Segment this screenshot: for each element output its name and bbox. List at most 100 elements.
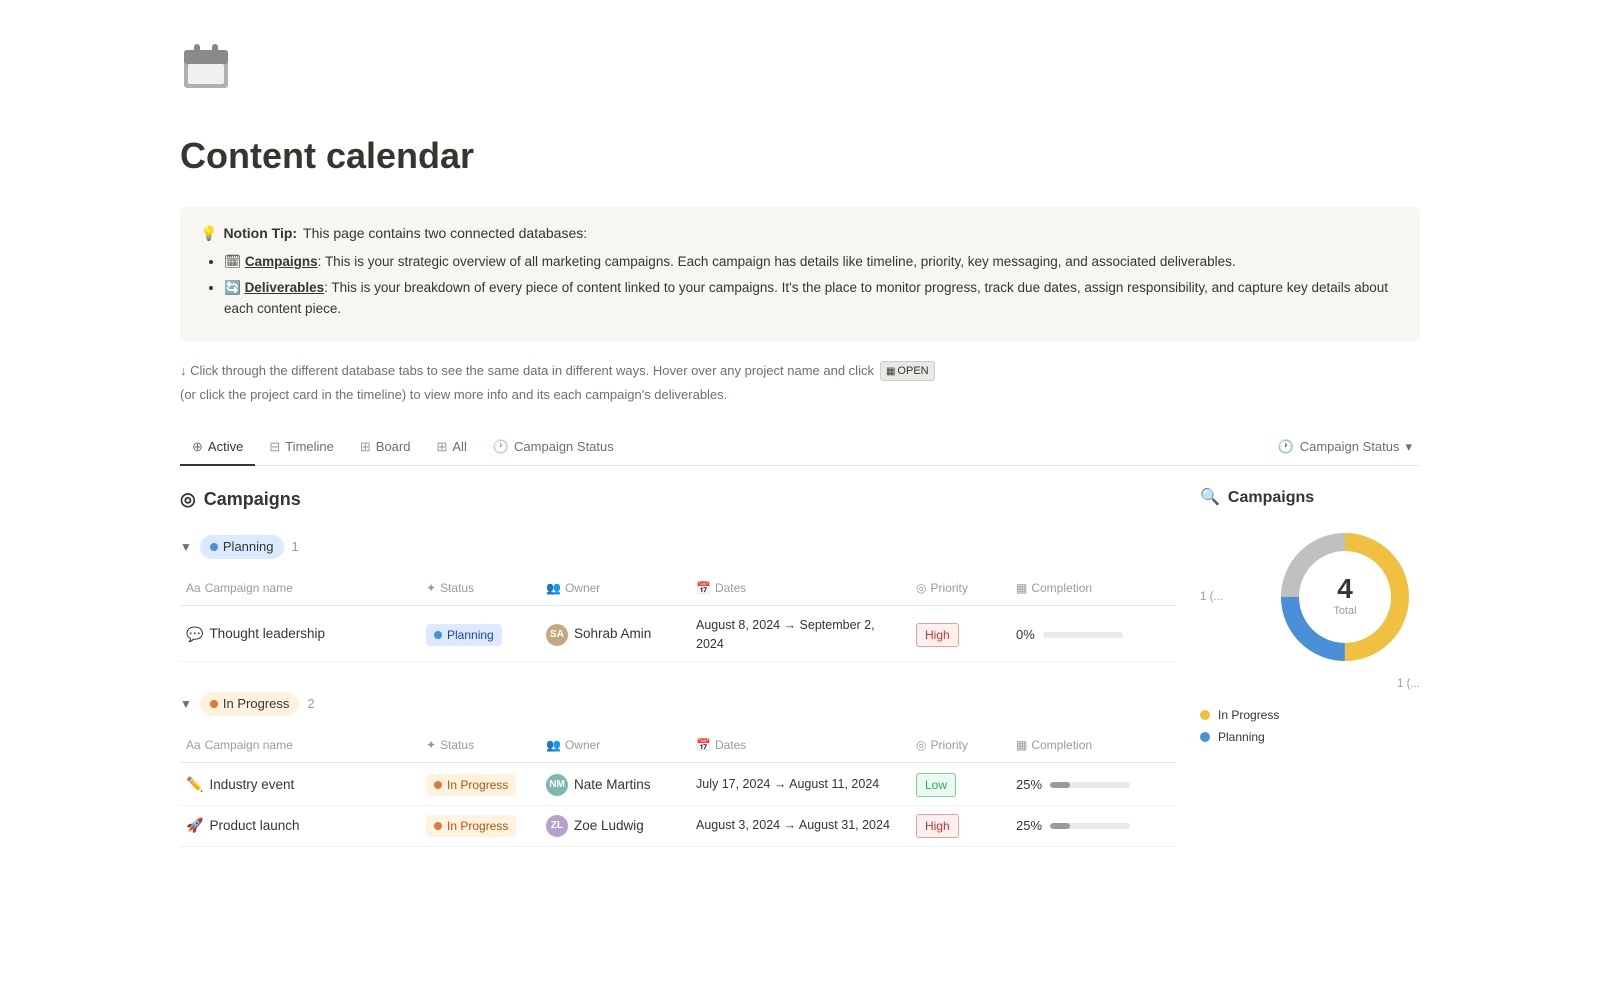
product-launch-completion: 25% bbox=[1010, 806, 1190, 846]
industry-event-bar-fill bbox=[1050, 782, 1070, 788]
th-campaign-name-planning: Aa Campaign name bbox=[180, 575, 420, 601]
planning-group: ▼ Planning 1 Aa Campaign name ✦ Status bbox=[180, 529, 1176, 662]
thought-leadership-priority-badge: High bbox=[916, 623, 959, 647]
planning-group-header[interactable]: ▼ Planning 1 bbox=[180, 529, 1176, 565]
tip-box: 💡 Notion Tip: This page contains two con… bbox=[180, 207, 1420, 341]
tip-emoji: 💡 bbox=[200, 223, 217, 244]
row-industry-event[interactable]: ✏️ Industry event In Progress NM Nate Ma… bbox=[180, 765, 1176, 806]
right-section-title: 🔍 Campaigns bbox=[1200, 486, 1420, 510]
campaigns-section-icon: ◎ bbox=[180, 486, 196, 513]
row-product-launch[interactable]: 🚀 Product launch In Progress ZL Zoe Ludw… bbox=[180, 806, 1176, 847]
thought-leadership-dates: August 8, 2024 → September 2, 2024 bbox=[690, 608, 910, 662]
tab-campaign-status[interactable]: 🕐 Campaign Status bbox=[481, 429, 626, 467]
planning-table-header: Aa Campaign name ✦ Status 👥 Owner 📅 Date… bbox=[180, 571, 1176, 606]
industry-event-completion: 25% bbox=[1010, 765, 1190, 805]
th-completion-planning: ▦ Completion bbox=[1010, 575, 1190, 601]
th-owner-inprogress: 👥 Owner bbox=[540, 732, 690, 758]
page-container: Content calendar 💡 Notion Tip: This page… bbox=[100, 0, 1500, 951]
industry-event-dates: July 17, 2024 → August 11, 2024 bbox=[690, 765, 910, 805]
planning-badge: Planning bbox=[200, 535, 284, 559]
tabs-bar: ⊕ Active ⊟ Timeline ⊞ Board ⊞ All 🕐 Camp… bbox=[180, 429, 1420, 467]
product-launch-icon: 🚀 bbox=[186, 815, 203, 836]
industry-event-status: In Progress bbox=[420, 765, 540, 805]
inprogress-chevron: ▼ bbox=[180, 695, 192, 713]
inprogress-dot bbox=[210, 700, 218, 708]
industry-event-icon: ✏️ bbox=[186, 774, 203, 795]
industry-event-owner: NM Nate Martins bbox=[540, 765, 690, 805]
th-status-inprogress: ✦ Status bbox=[420, 732, 540, 758]
th-status-planning: ✦ Status bbox=[420, 575, 540, 601]
thought-leadership-bar-bg bbox=[1043, 632, 1123, 638]
product-launch-owner: ZL Zoe Ludwig bbox=[540, 806, 690, 846]
campaigns-section-title: ◎ Campaigns bbox=[180, 486, 1176, 513]
tip-list: 🗓 Campaigns: This is your strategic over… bbox=[200, 252, 1400, 319]
instruction-text: ↓ Click through the different database t… bbox=[180, 361, 1420, 405]
tip-body: This page contains two connected databas… bbox=[303, 223, 587, 244]
donut-center: 4 Total bbox=[1333, 575, 1356, 620]
tabs-left: ⊕ Active ⊟ Timeline ⊞ Board ⊞ All 🕐 Camp… bbox=[180, 429, 626, 466]
inprogress-group: ▼ In Progress 2 Aa Campaign name ✦ Statu… bbox=[180, 686, 1176, 847]
tab-timeline[interactable]: ⊟ Timeline bbox=[257, 429, 346, 467]
product-launch-status: In Progress bbox=[420, 806, 540, 846]
th-completion-inprogress: ▦ Completion bbox=[1010, 732, 1190, 758]
page-icon bbox=[180, 40, 1420, 113]
th-priority-inprogress: ◎ Priority bbox=[910, 732, 1010, 758]
tip-item-deliverables: 🔄 Deliverables: This is your breakdown o… bbox=[224, 278, 1400, 319]
thought-leadership-priority: High bbox=[910, 608, 1010, 662]
open-badge: ▦ OPEN bbox=[880, 361, 935, 382]
inprogress-table-header: Aa Campaign name ✦ Status 👥 Owner 📅 Date… bbox=[180, 728, 1176, 763]
zoe-avatar: ZL bbox=[546, 815, 568, 837]
product-launch-bar-bg bbox=[1050, 823, 1130, 829]
thought-leadership-name: 💬 Thought leadership bbox=[180, 608, 420, 662]
donut-chart-container: 1 (... bbox=[1200, 522, 1420, 749]
th-priority-planning: ◎ Priority bbox=[910, 575, 1010, 601]
tabs-filter[interactable]: 🕐 Campaign Status ▾ bbox=[1270, 433, 1420, 461]
th-dates-inprogress: 📅 Dates bbox=[690, 732, 910, 758]
product-launch-name: 🚀 Product launch bbox=[180, 806, 420, 846]
planning-dot bbox=[210, 543, 218, 551]
tab-all[interactable]: ⊞ All bbox=[424, 429, 478, 467]
th-owner-planning: 👥 Owner bbox=[540, 575, 690, 601]
chart-label-top: 1 (... bbox=[1200, 589, 1262, 606]
right-panel: 🔍 Campaigns 1 (... bbox=[1200, 486, 1420, 871]
tip-header: 💡 Notion Tip: This page contains two con… bbox=[200, 223, 1400, 244]
thought-leadership-status: Planning bbox=[420, 608, 540, 662]
inprogress-badge: In Progress bbox=[200, 692, 299, 716]
all-tab-icon: ⊞ bbox=[436, 437, 447, 457]
thought-leadership-icon: 💬 bbox=[186, 624, 203, 645]
legend-planning: Planning bbox=[1200, 728, 1420, 746]
legend-dot-planning bbox=[1200, 732, 1210, 742]
page-title: Content calendar bbox=[180, 129, 1420, 183]
product-launch-bar-fill bbox=[1050, 823, 1070, 829]
industry-event-priority-badge: Low bbox=[916, 773, 956, 797]
industry-event-name: ✏️ Industry event bbox=[180, 765, 420, 805]
board-tab-icon: ⊞ bbox=[360, 437, 371, 457]
legend-dot-inprogress bbox=[1200, 710, 1210, 720]
row-thought-leadership[interactable]: 💬 Thought leadership Planning SA Sohrab … bbox=[180, 608, 1176, 663]
th-campaign-name-inprogress: Aa Campaign name bbox=[180, 732, 420, 758]
thought-leadership-owner: SA Sohrab Amin bbox=[540, 608, 690, 662]
nate-avatar: NM bbox=[546, 774, 568, 796]
product-launch-status-pill: In Progress bbox=[426, 815, 516, 837]
donut-legend: In Progress Planning bbox=[1200, 706, 1420, 750]
right-section-icon: 🔍 bbox=[1200, 486, 1220, 510]
thought-leadership-status-pill: Planning bbox=[426, 624, 502, 646]
inprogress-group-header[interactable]: ▼ In Progress 2 bbox=[180, 686, 1176, 722]
tip-item-campaigns: 🗓 Campaigns: This is your strategic over… bbox=[224, 252, 1400, 272]
thought-leadership-completion: 0% bbox=[1010, 608, 1190, 662]
industry-event-bar-bg bbox=[1050, 782, 1130, 788]
main-layout: ◎ Campaigns ▼ Planning 1 Aa Campaign nam bbox=[180, 486, 1420, 871]
sohrab-avatar: SA bbox=[546, 624, 568, 646]
tip-prefix: Notion Tip: bbox=[223, 223, 297, 244]
industry-event-status-pill: In Progress bbox=[426, 774, 516, 796]
timeline-tab-icon: ⊟ bbox=[269, 437, 280, 457]
product-launch-priority: High bbox=[910, 806, 1010, 846]
left-panel: ◎ Campaigns ▼ Planning 1 Aa Campaign nam bbox=[180, 486, 1176, 871]
filter-icon: 🕐 bbox=[1278, 437, 1294, 457]
th-dates-planning: 📅 Dates bbox=[690, 575, 910, 601]
tab-board[interactable]: ⊞ Board bbox=[348, 429, 423, 467]
tab-active[interactable]: ⊕ Active bbox=[180, 429, 255, 467]
donut-chart: 4 Total bbox=[1270, 522, 1420, 672]
active-tab-icon: ⊕ bbox=[192, 437, 203, 457]
campaign-status-tab-icon: 🕐 bbox=[493, 437, 509, 457]
